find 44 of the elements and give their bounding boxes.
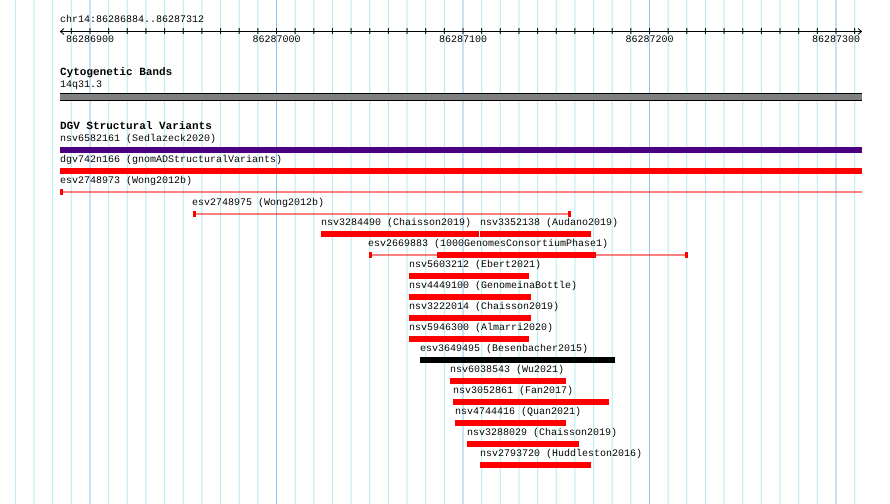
cytoband-bar[interactable] xyxy=(60,93,862,101)
variant-label: nsv2793720 (Huddleston2016) xyxy=(480,449,642,461)
variant-bar[interactable] xyxy=(409,294,531,300)
variant-label: nsv3222014 (Chaisson2019) xyxy=(409,302,560,314)
variant-bar[interactable] xyxy=(455,420,566,426)
variant-label: nsv4744416 (Quan2021) xyxy=(455,407,582,419)
variant-span[interactable] xyxy=(60,189,862,195)
variant-label: esv2669883 (1000GenomesConsortiumPhase1) xyxy=(368,239,608,251)
variant-bar[interactable] xyxy=(450,378,566,384)
scale-tick-label: 86287200 xyxy=(626,35,674,47)
variant-bar[interactable] xyxy=(480,462,591,468)
variant-bar[interactable] xyxy=(60,147,862,153)
variant-label: nsv6582161 (Sedlazeck2020) xyxy=(60,134,216,146)
variant-label: nsv4449100 (GenomeinaBottle) xyxy=(409,281,578,293)
variant-label: nsv3052861 (Fan2017) xyxy=(453,386,574,398)
variant-bar[interactable] xyxy=(60,168,862,174)
variant-label: nsv5946300 (Almarri2020) xyxy=(409,323,554,335)
scale-tick-label: 86287000 xyxy=(252,35,300,47)
variant-bar[interactable] xyxy=(409,273,529,279)
variant-label: nsv6038543 (Wu2021) xyxy=(450,365,564,377)
variant-span[interactable] xyxy=(193,211,571,217)
variant-label: esv3649495 (Besenbacher2015) xyxy=(420,344,588,356)
variant-label: nsv3288029 (Chaisson2019) xyxy=(467,428,618,440)
location-label: chr14:86286884..86287312 xyxy=(60,15,204,27)
variant-span[interactable] xyxy=(369,252,688,258)
variant-bar[interactable] xyxy=(321,231,479,237)
variant-label: esv2748973 (Wong2012b) xyxy=(60,176,192,188)
variant-bar[interactable] xyxy=(409,315,531,321)
variant-label: esv2748975 (Wong2012b) xyxy=(192,198,324,210)
variant-label: nsv3284490 (Chaisson2019) xyxy=(321,218,472,230)
variant-bar[interactable] xyxy=(480,231,591,237)
variant-label: nsv3352138 (Audano2019) xyxy=(480,218,618,230)
variant-bar[interactable] xyxy=(453,399,609,405)
variant-label: nsv5603212 (Ebert2021) xyxy=(409,260,542,272)
variant-label: dgv742n166 (gnomADStructuralVariants) xyxy=(60,155,282,167)
track-title: Cytogenetic Bands xyxy=(60,67,172,80)
track-title: DGV Structural Variants xyxy=(60,121,212,134)
variant-bar[interactable] xyxy=(420,357,615,363)
scale-tick-label: 86287300 xyxy=(812,35,860,47)
variant-bar[interactable] xyxy=(467,441,579,447)
scale-tick-label: 86286900 xyxy=(66,35,114,47)
variant-bar[interactable] xyxy=(409,336,529,342)
band-label: 14q31.3 xyxy=(60,80,102,92)
scale-tick-label: 86287100 xyxy=(439,35,487,47)
